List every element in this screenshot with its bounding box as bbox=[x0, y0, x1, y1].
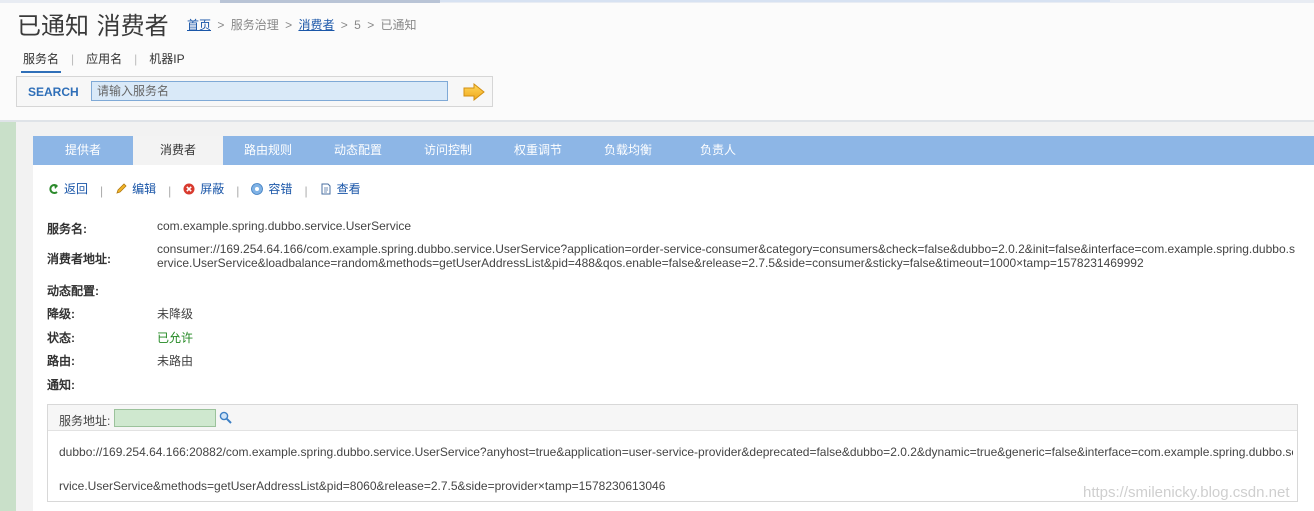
tolerance-button[interactable]: 容错 bbox=[251, 180, 292, 197]
top-progress-line bbox=[0, 0, 1314, 3]
dynamic-config-label: 动态配置: bbox=[47, 284, 99, 298]
action-divider: | bbox=[168, 183, 172, 198]
tolerance-icon bbox=[251, 182, 264, 195]
search-icon[interactable] bbox=[219, 411, 232, 424]
service-name-label: 服务名: bbox=[47, 222, 87, 236]
detail-panel: 提供者 消费者 路由规则 动态配置 访问控制 权重调节 负载均衡 负责人 返回 … bbox=[33, 136, 1314, 511]
breadcrumb-separator: > bbox=[340, 18, 348, 32]
service-address-line: rvice.UserService&methods=getUserAddress… bbox=[59, 479, 666, 493]
consumer-url-label: 消费者地址: bbox=[47, 252, 111, 266]
tab-divider: | bbox=[134, 52, 138, 66]
breadcrumb-current: 已通知 bbox=[380, 18, 417, 32]
route-label: 路由: bbox=[47, 354, 75, 368]
breadcrumb-separator: > bbox=[367, 18, 375, 32]
back-button[interactable]: 返回 bbox=[47, 180, 88, 197]
tab-load-balance[interactable]: 负载均衡 bbox=[583, 136, 673, 165]
service-address-header: 服务地址: bbox=[48, 405, 1297, 431]
breadcrumb-consumers-link[interactable]: 消费者 bbox=[298, 18, 334, 32]
search-tab-app-name[interactable]: 应用名 bbox=[84, 50, 124, 71]
breadcrumb-home-link[interactable]: 首页 bbox=[187, 18, 211, 32]
notify-label: 通知: bbox=[47, 378, 75, 392]
search-label: SEARCH bbox=[28, 85, 79, 99]
view-label: 查看 bbox=[336, 182, 361, 196]
tab-dynamic-config[interactable]: 动态配置 bbox=[313, 136, 403, 165]
shield-label: 屏蔽 bbox=[200, 182, 225, 196]
tab-divider: | bbox=[71, 52, 75, 66]
search-type-tabs: 服务名 | 应用名 | 机器IP bbox=[21, 50, 187, 73]
edit-button[interactable]: 编辑 bbox=[115, 180, 156, 197]
status-badge: 已允许 bbox=[157, 331, 194, 345]
tab-routes[interactable]: 路由规则 bbox=[223, 136, 313, 165]
degrade-label: 降级: bbox=[47, 307, 75, 321]
view-button[interactable]: 查看 bbox=[320, 180, 361, 197]
main-content: 提供者 消费者 路由规则 动态配置 访问控制 权重调节 负载均衡 负责人 返回 … bbox=[16, 122, 1314, 511]
action-toolbar: 返回 | 编辑 | 屏蔽 | 容错 | 查看 bbox=[47, 180, 361, 198]
search-input[interactable] bbox=[91, 81, 448, 101]
action-divider: | bbox=[304, 183, 308, 198]
service-address-label: 服务地址: bbox=[59, 414, 111, 428]
breadcrumb-separator: > bbox=[217, 18, 225, 32]
back-label: 返回 bbox=[64, 182, 89, 196]
back-arrow-icon bbox=[47, 183, 59, 195]
shield-button[interactable]: 屏蔽 bbox=[183, 180, 224, 197]
watermark: https://smilenicky.blog.csdn.net bbox=[1083, 484, 1290, 501]
arrow-right-icon[interactable] bbox=[463, 82, 485, 102]
service-name-value: com.example.spring.dubbo.service.UserSer… bbox=[157, 219, 412, 233]
tab-owners[interactable]: 负责人 bbox=[673, 136, 763, 165]
tab-providers[interactable]: 提供者 bbox=[33, 136, 133, 165]
tab-access-control[interactable]: 访问控制 bbox=[403, 136, 493, 165]
breadcrumb: 首页 > 服务治理 > 消费者 > 5 > 已通知 bbox=[187, 16, 417, 33]
block-icon bbox=[183, 183, 195, 195]
tab-weight[interactable]: 权重调节 bbox=[493, 136, 583, 165]
search-tab-service-name[interactable]: 服务名 bbox=[21, 50, 62, 73]
pencil-icon bbox=[115, 182, 127, 195]
page-header: 已通知 消费者 首页 > 服务治理 > 消费者 > 5 > 已通知 服务名 | 应用… bbox=[0, 0, 1314, 120]
service-address-filter-input[interactable] bbox=[114, 409, 216, 427]
status-label: 状态: bbox=[47, 331, 75, 345]
consumer-url-value: consumer://169.254.64.166/com.example.sp… bbox=[157, 242, 1295, 270]
edit-label: 编辑 bbox=[132, 182, 157, 196]
page-title: 已通知 消费者 bbox=[17, 12, 169, 40]
breadcrumb-separator: > bbox=[285, 18, 293, 32]
action-divider: | bbox=[100, 183, 104, 198]
breadcrumb-id: 5 bbox=[354, 18, 361, 32]
search-bar: SEARCH bbox=[16, 76, 493, 107]
breadcrumb-governance: 服务治理 bbox=[230, 18, 279, 32]
tab-consumers[interactable]: 消费者 bbox=[133, 136, 223, 165]
section-nav: 提供者 消费者 路由规则 动态配置 访问控制 权重调节 负载均衡 负责人 bbox=[33, 136, 1314, 165]
action-divider: | bbox=[236, 183, 240, 198]
service-address-line: dubbo://169.254.64.166:20882/com.example… bbox=[59, 445, 1293, 459]
left-sidebar-band bbox=[0, 122, 16, 511]
degrade-value: 未降级 bbox=[157, 307, 194, 321]
search-tab-machine-ip[interactable]: 机器IP bbox=[147, 50, 186, 71]
document-icon bbox=[320, 183, 332, 195]
route-value: 未路由 bbox=[157, 354, 194, 368]
tolerance-label: 容错 bbox=[268, 182, 293, 196]
